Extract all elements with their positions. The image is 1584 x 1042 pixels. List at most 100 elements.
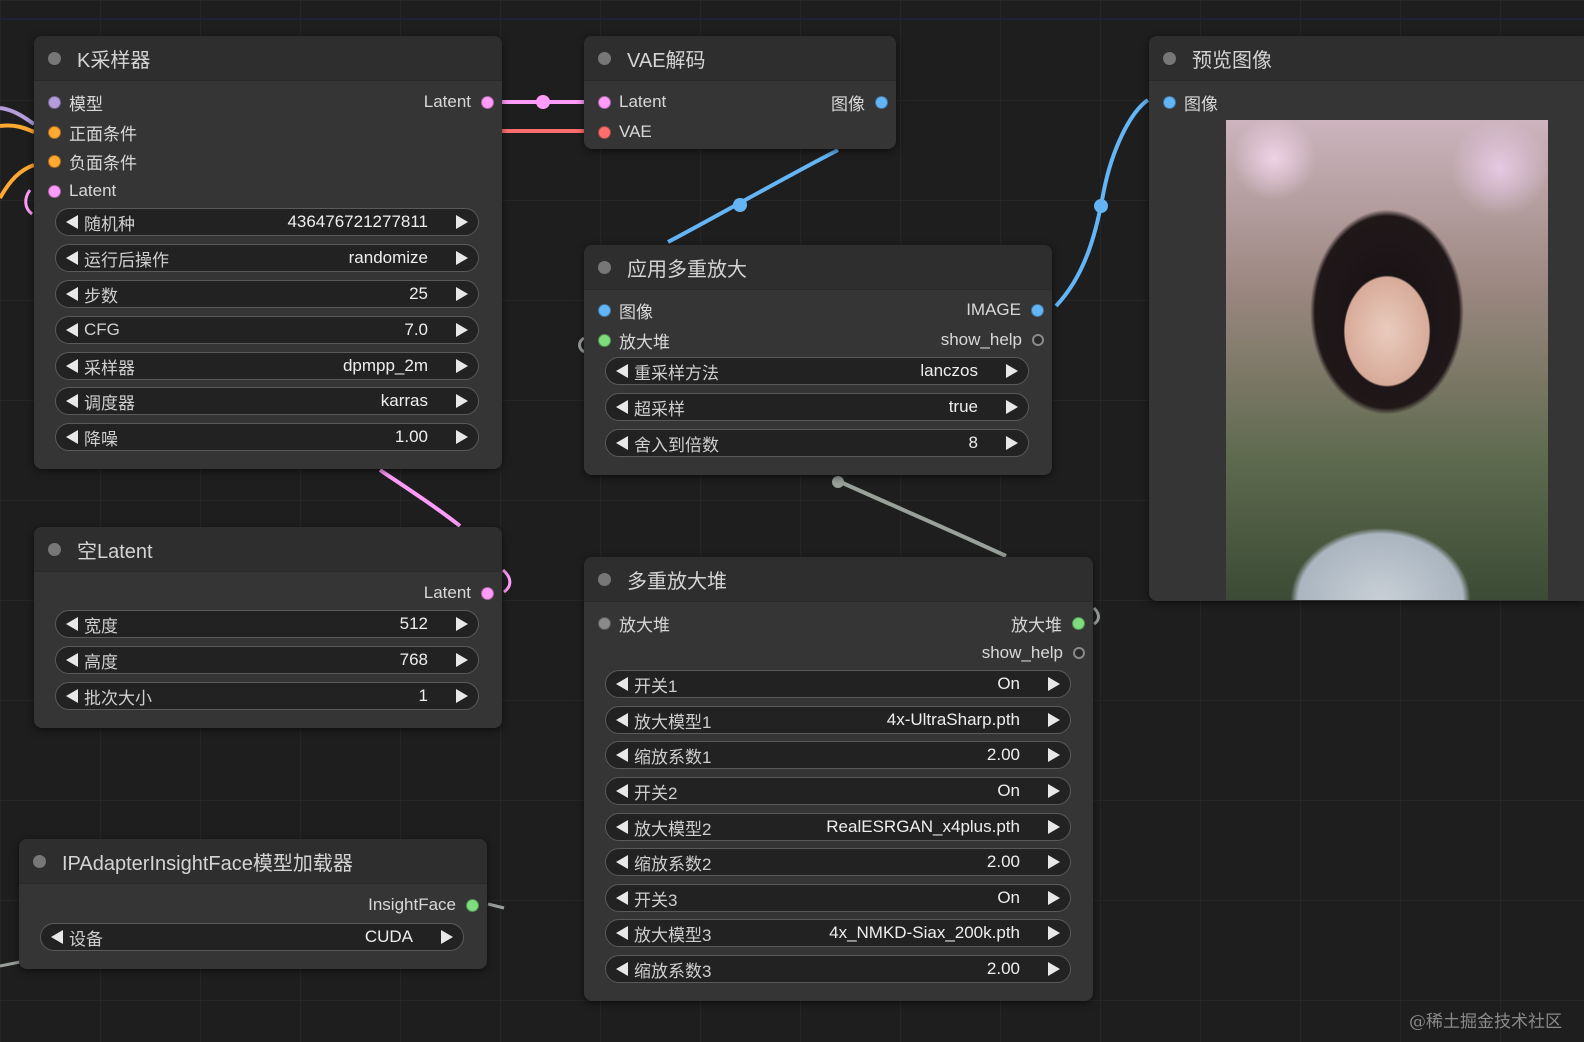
decrement-arrow-icon[interactable]	[66, 430, 78, 444]
vae-decode-title-bar[interactable]: VAE解码	[584, 36, 896, 81]
input-slot-dot[interactable]	[48, 154, 61, 168]
apply-upscale-input-image[interactable]: 图像	[598, 297, 653, 323]
apply-upscale-widget-resample[interactable]: 重采样方法 lanczos	[605, 357, 1029, 385]
output-slot-dot[interactable]	[1073, 647, 1085, 659]
ksampler-widget-control-after[interactable]: 运行后操作 randomize	[55, 244, 479, 272]
upscale-stack-node[interactable]: 多重放大堆 放大堆 放大堆 show_help 开关1 On 放大模型1 4x-…	[584, 557, 1093, 1001]
decrement-arrow-icon[interactable]	[66, 617, 78, 631]
increment-arrow-icon[interactable]	[456, 430, 468, 444]
increment-arrow-icon[interactable]	[1048, 926, 1060, 940]
ksampler-output-latent[interactable]: Latent	[424, 89, 494, 115]
upscale-stack-widget-switch2[interactable]: 开关2 On	[605, 777, 1071, 805]
decrement-arrow-icon[interactable]	[66, 653, 78, 667]
increment-arrow-icon[interactable]	[1048, 677, 1060, 691]
insightface-widget-device[interactable]: 设备 CUDA	[40, 923, 464, 951]
decrement-arrow-icon[interactable]	[66, 323, 78, 337]
ksampler-widget-sampler[interactable]: 采样器 dpmpp_2m	[55, 352, 479, 380]
input-slot-dot[interactable]	[48, 184, 61, 198]
increment-arrow-icon[interactable]	[456, 359, 468, 373]
empty-latent-output-latent[interactable]: Latent	[424, 580, 494, 606]
apply-upscale-title-bar[interactable]: 应用多重放大	[584, 245, 1052, 290]
decrement-arrow-icon[interactable]	[66, 394, 78, 408]
ksampler-widget-cfg[interactable]: CFG 7.0	[55, 316, 479, 344]
input-slot-dot[interactable]	[48, 125, 61, 139]
node-collapse-dot[interactable]	[48, 542, 61, 556]
increment-arrow-icon[interactable]	[456, 287, 468, 301]
upscale-stack-widget-scale2[interactable]: 缩放系数2 2.00	[605, 848, 1071, 876]
node-collapse-dot[interactable]	[598, 572, 611, 586]
upscale-stack-widget-scale1[interactable]: 缩放系数1 2.00	[605, 741, 1071, 769]
empty-latent-widget-batch[interactable]: 批次大小 1	[55, 682, 479, 710]
decrement-arrow-icon[interactable]	[616, 436, 628, 450]
increment-arrow-icon[interactable]	[456, 251, 468, 265]
output-slot-dot[interactable]	[1032, 334, 1044, 346]
node-collapse-dot[interactable]	[598, 260, 611, 274]
empty-latent-title-bar[interactable]: 空Latent	[34, 527, 502, 572]
apply-upscale-widget-supersample[interactable]: 超采样 true	[605, 393, 1029, 421]
ksampler-widget-scheduler[interactable]: 调度器 karras	[55, 387, 479, 415]
ksampler-input-latent[interactable]: Latent	[48, 178, 116, 204]
upscale-stack-title-bar[interactable]: 多重放大堆	[584, 557, 1093, 602]
increment-arrow-icon[interactable]	[1048, 748, 1060, 762]
upscale-stack-input-stack[interactable]: 放大堆	[598, 610, 670, 636]
increment-arrow-icon[interactable]	[1006, 400, 1018, 414]
input-slot-dot[interactable]	[598, 616, 611, 630]
increment-arrow-icon[interactable]	[1048, 713, 1060, 727]
decrement-arrow-icon[interactable]	[66, 689, 78, 703]
decrement-arrow-icon[interactable]	[616, 400, 628, 414]
decrement-arrow-icon[interactable]	[616, 748, 628, 762]
increment-arrow-icon[interactable]	[1048, 962, 1060, 976]
output-slot-dot[interactable]	[1031, 303, 1044, 317]
increment-arrow-icon[interactable]	[1006, 436, 1018, 450]
decrement-arrow-icon[interactable]	[616, 855, 628, 869]
input-slot-dot[interactable]	[598, 303, 611, 317]
empty-latent-widget-width[interactable]: 宽度 512	[55, 610, 479, 638]
ksampler-input-model[interactable]: 模型	[48, 89, 103, 115]
decrement-arrow-icon[interactable]	[616, 962, 628, 976]
output-slot-dot[interactable]	[466, 898, 479, 912]
insightface-loader-title-bar[interactable]: IPAdapterInsightFace模型加载器	[19, 839, 487, 884]
upscale-stack-widget-switch3[interactable]: 开关3 On	[605, 884, 1071, 912]
output-slot-dot[interactable]	[875, 95, 888, 109]
increment-arrow-icon[interactable]	[456, 215, 468, 229]
increment-arrow-icon[interactable]	[456, 653, 468, 667]
preview-output-image[interactable]	[1226, 120, 1548, 600]
apply-upscale-input-stack[interactable]: 放大堆	[598, 327, 670, 353]
input-slot-dot[interactable]	[48, 95, 61, 109]
insightface-loader-node[interactable]: IPAdapterInsightFace模型加载器 InsightFace 设备…	[19, 839, 487, 969]
input-slot-dot[interactable]	[598, 125, 611, 139]
decrement-arrow-icon[interactable]	[66, 215, 78, 229]
upscale-stack-output-help[interactable]: show_help	[982, 640, 1085, 666]
empty-latent-widget-height[interactable]: 高度 768	[55, 646, 479, 674]
input-slot-dot[interactable]	[598, 333, 611, 347]
node-collapse-dot[interactable]	[33, 854, 46, 868]
decrement-arrow-icon[interactable]	[66, 251, 78, 265]
increment-arrow-icon[interactable]	[441, 930, 453, 944]
vae-decode-output-image[interactable]: 图像	[831, 89, 888, 115]
vae-decode-input-latent[interactable]: Latent	[598, 89, 666, 115]
ksampler-widget-denoise[interactable]: 降噪 1.00	[55, 423, 479, 451]
preview-image-title-bar[interactable]: 预览图像	[1149, 36, 1584, 81]
preview-image-input-image[interactable]: 图像	[1163, 89, 1218, 115]
apply-upscale-widget-rounding[interactable]: 舍入到倍数 8	[605, 429, 1029, 457]
insightface-output[interactable]: InsightFace	[368, 892, 479, 918]
ksampler-node[interactable]: K采样器 模型 Latent 正面条件 负面条件 Latent 随机种 4364…	[34, 36, 502, 469]
input-slot-dot[interactable]	[598, 95, 611, 109]
output-slot-dot[interactable]	[481, 95, 494, 109]
increment-arrow-icon[interactable]	[456, 617, 468, 631]
decrement-arrow-icon[interactable]	[616, 891, 628, 905]
increment-arrow-icon[interactable]	[456, 323, 468, 337]
increment-arrow-icon[interactable]	[1048, 820, 1060, 834]
output-slot-dot[interactable]	[1072, 616, 1085, 630]
ksampler-input-negative[interactable]: 负面条件	[48, 148, 137, 174]
vae-decode-input-vae[interactable]: VAE	[598, 119, 652, 145]
upscale-stack-widget-model1[interactable]: 放大模型1 4x-UltraSharp.pth	[605, 706, 1071, 734]
increment-arrow-icon[interactable]	[1048, 891, 1060, 905]
vae-decode-node[interactable]: VAE解码 Latent 图像 VAE	[584, 36, 896, 149]
decrement-arrow-icon[interactable]	[66, 287, 78, 301]
decrement-arrow-icon[interactable]	[616, 364, 628, 378]
input-slot-dot[interactable]	[1163, 95, 1176, 109]
increment-arrow-icon[interactable]	[1048, 855, 1060, 869]
node-collapse-dot[interactable]	[48, 51, 61, 65]
decrement-arrow-icon[interactable]	[66, 359, 78, 373]
